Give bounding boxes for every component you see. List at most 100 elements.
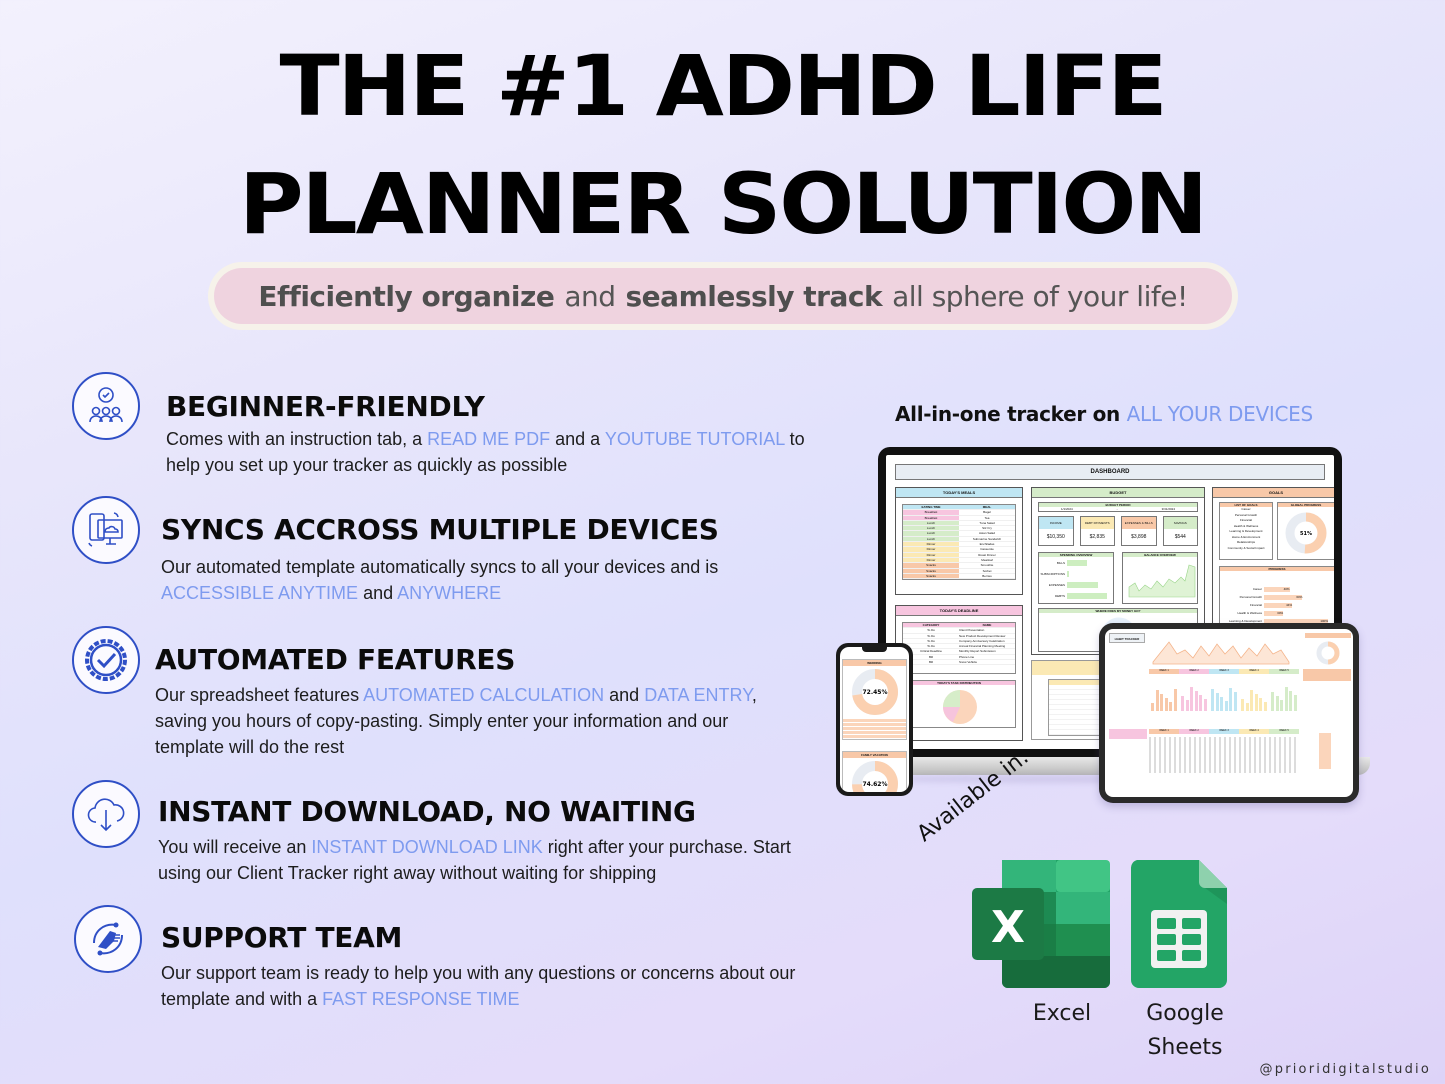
budget-date: -	[1116, 507, 1118, 511]
habit-bar	[1199, 695, 1203, 711]
devices-label-highlight: ALL YOUR DEVICES	[1126, 402, 1314, 426]
deadline-row: Bill Snow Vehicle	[903, 660, 1015, 666]
google-sheets-label-line-1: Google	[1146, 1001, 1224, 1026]
habit-streak-bars	[1319, 733, 1331, 769]
spending-label: BILLS	[1056, 560, 1065, 565]
habit-bar	[1284, 687, 1288, 711]
budget-date: 3/31/2024	[1161, 507, 1175, 511]
progress-goal: Financial	[1249, 603, 1262, 607]
spending-bar	[1067, 570, 1070, 577]
feature-text: and a	[550, 429, 605, 449]
excel-label: Excel	[1032, 1001, 1092, 1026]
budget-panel-header: BUDGET	[1032, 488, 1204, 498]
habit-bar	[1204, 699, 1207, 711]
progress-row: Health & Wellness 30%	[1220, 609, 1334, 617]
progress-row: Financial 44%	[1220, 601, 1334, 609]
brand-handle: @prioridigitalstudio	[1259, 1062, 1431, 1077]
habit-bar	[1151, 703, 1154, 711]
spending-overview: SPENDING OVERVIEW BILLS SUBSCRIPTIONS EXPEN…	[1038, 552, 1114, 604]
habit-bar	[1229, 688, 1233, 711]
budget-card: DEBT PAYMENTS $2,835	[1079, 516, 1115, 546]
budget-card-value: $3,898	[1131, 534, 1147, 540]
budget-card-label: INCOME	[1039, 517, 1073, 529]
tagline-banner: Efficiently organize and seamlessly track a…	[208, 262, 1238, 330]
vacation-card-donut: 74.62%	[852, 761, 898, 792]
week-header-2: WEEK 3	[1209, 729, 1239, 734]
spending-label: EXPENSES	[1048, 582, 1065, 587]
feature-highlight: AUTOMATED CALCULATION	[363, 685, 605, 705]
habit-line-chart	[1152, 641, 1290, 665]
feature-description: Our automated template automatically syn…	[161, 554, 801, 606]
goals-panel-header: GOALS	[1213, 488, 1334, 498]
feature-text: Comes with an instruction tab, a	[166, 429, 428, 449]
habit-bar	[1160, 694, 1164, 711]
wedding-card-donut: 72.45%	[852, 669, 898, 715]
tagline-text: all sphere of your life!	[892, 279, 1188, 313]
tablet-mockup: HABIT TRACKER WEEK 1 WEEK 1 WEEK 2 WEEK 2 WEE…	[1099, 623, 1359, 803]
habit-bar	[1245, 703, 1249, 711]
tagline-emphasis: Efficiently organize	[258, 279, 555, 313]
devices-label-prefix: All-in-one tracker on	[895, 402, 1127, 426]
progress-row: Personal Growth 60%	[1220, 593, 1334, 601]
progress-bar: 30%	[1264, 610, 1284, 616]
budget-card-label: DEBT PAYMENTS	[1080, 517, 1114, 529]
habit-bar	[1254, 694, 1258, 711]
phone-screenshot: WEDDING 72.45% FAMILY VACATION 74.62%	[840, 647, 909, 792]
deadline-table: CATEGORY NAME To Do Client Presentation To D…	[902, 622, 1016, 674]
habit-bar	[1174, 689, 1177, 711]
feature-text: You will receive an	[158, 837, 312, 857]
support-hand-icon	[74, 905, 142, 973]
daily-habits-label	[1109, 729, 1147, 739]
habit-bar	[1169, 702, 1173, 711]
meals-panel-header: TODAY'S MEALS	[896, 488, 1022, 498]
feature-highlight: ACCESSIBLE ANYTIME	[161, 583, 359, 603]
budget-card: INCOME $10,350	[1038, 516, 1074, 546]
habit-bar	[1264, 702, 1267, 711]
dashboard-title: DASHBOARD	[895, 464, 1325, 480]
feature-highlight: DATA ENTRY	[644, 685, 752, 705]
meal-name: Berries	[959, 574, 1015, 580]
progress-bar: 44%	[1264, 602, 1293, 608]
tagline: Efficiently organize and seamlessly track a…	[214, 268, 1232, 324]
habit-bar	[1215, 693, 1219, 711]
balance-chart	[1128, 564, 1196, 598]
task-distribution: TODAY'S TASK DISTRIBUTION	[902, 680, 1016, 728]
habit-bar	[1181, 696, 1184, 711]
progress-goal: Career	[1252, 587, 1262, 591]
meal-time: Snacks	[903, 573, 959, 580]
svg-text:X: X	[991, 902, 1025, 953]
progress-bar: 40%	[1264, 586, 1290, 592]
habit-bar	[1241, 699, 1244, 711]
global-progress-label: 51%	[1300, 531, 1312, 537]
meal-row: Snacks Berries	[903, 573, 1015, 580]
devices-sync-icon	[72, 496, 140, 564]
budget-period: BUDGET PERIOD 1/1/2024-3/31/2024	[1038, 502, 1198, 512]
spending-row: BILLS	[1039, 557, 1113, 568]
week-header: WEEK 1	[1149, 669, 1179, 674]
page-title-line-1: THE #1 ADHD LIFE	[279, 37, 1167, 135]
global-progress: GLOBAL PROGRESS 51%	[1277, 502, 1334, 560]
feature-highlight: ANYWHERE	[397, 583, 502, 603]
habit-bar	[1155, 690, 1159, 711]
budget-card-value: $544	[1174, 534, 1186, 540]
week-header: WEEK 4	[1239, 669, 1269, 674]
budget-card-label: SAVINGS	[1163, 517, 1197, 529]
feature-text: and	[358, 583, 398, 603]
feature-title: INSTANT DOWNLOAD, NO WAITING	[158, 795, 696, 828]
spending-row: DEBTS	[1039, 590, 1113, 601]
excel-icon: X	[972, 860, 1112, 988]
week-header-2: WEEK 4	[1239, 729, 1269, 734]
habit-bar	[1185, 700, 1189, 711]
feature-title: AUTOMATED FEATURES	[155, 643, 516, 676]
spending-bar	[1067, 581, 1098, 588]
week-header: WEEK 2	[1179, 669, 1209, 674]
habit-bar	[1280, 700, 1284, 711]
habit-bar	[1224, 701, 1228, 711]
google-sheets-icon	[1130, 860, 1227, 988]
habit-tracker-screenshot: HABIT TRACKER WEEK 1 WEEK 1 WEEK 2 WEEK 2 WEE…	[1105, 629, 1353, 797]
spending-label: SUBSCRIPTIONS	[1040, 571, 1065, 576]
habit-bar	[1234, 692, 1237, 711]
week-header: WEEK 5	[1269, 669, 1299, 674]
budget-card-value: $2,835	[1089, 534, 1105, 540]
spending-label: DEBTS	[1054, 593, 1065, 598]
